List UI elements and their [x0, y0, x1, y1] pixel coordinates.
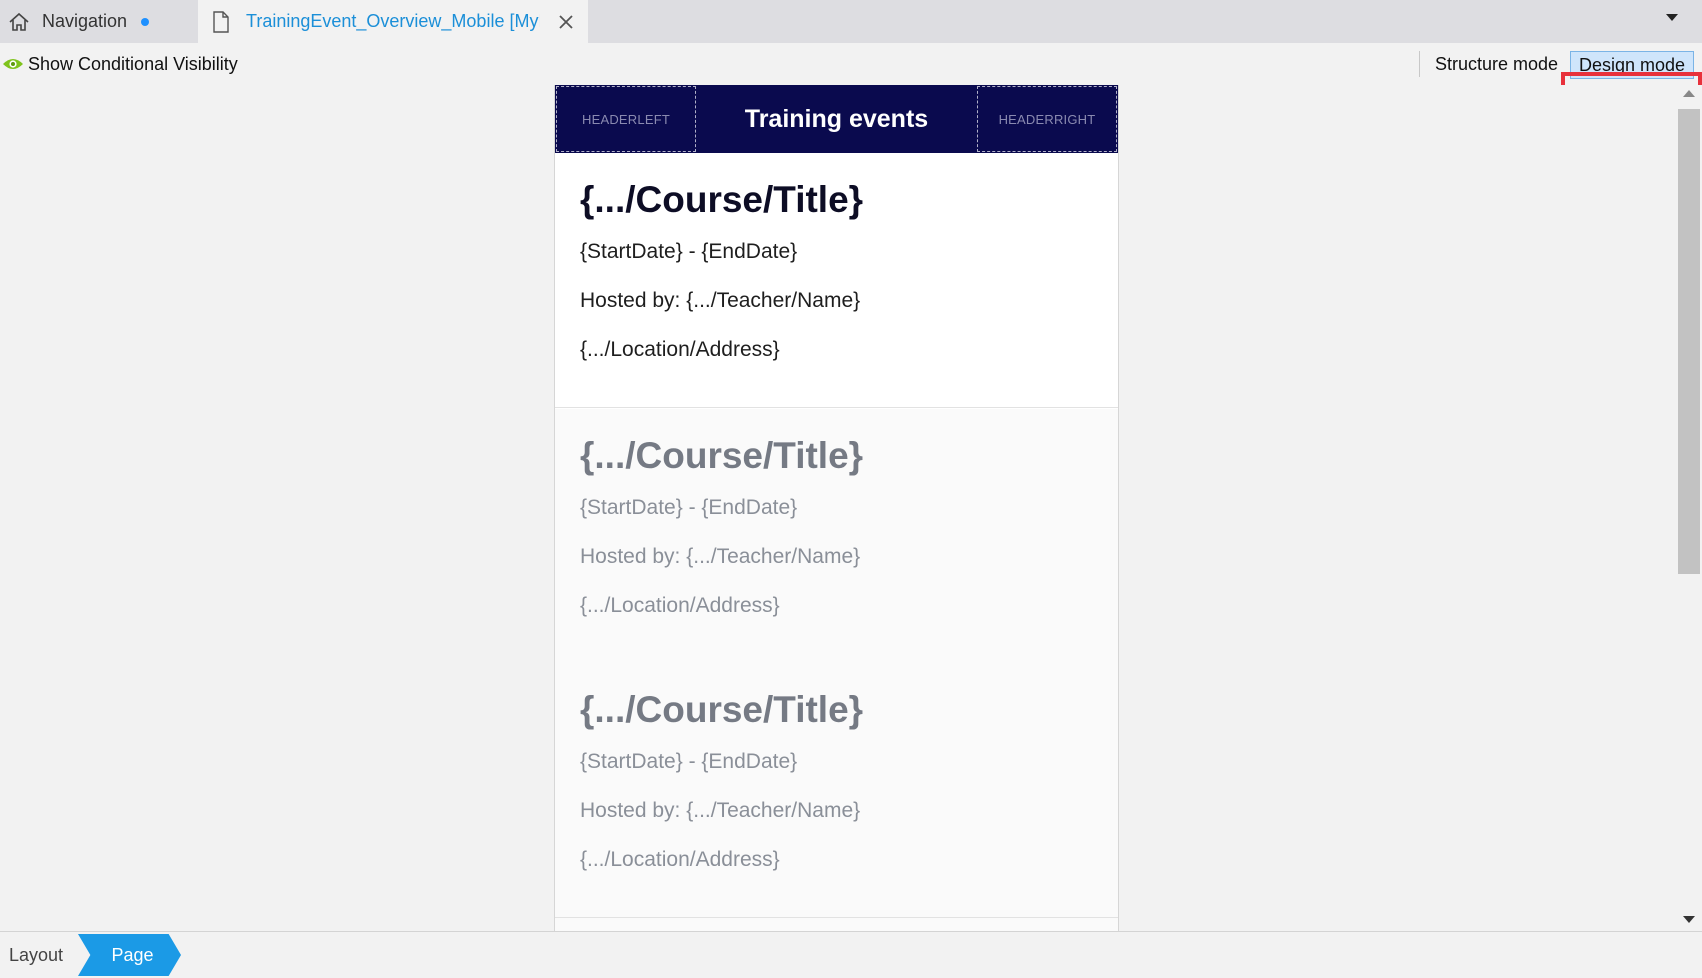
- structure-mode-button[interactable]: Structure mode: [1435, 43, 1558, 85]
- course-title: {.../Course/Title}: [580, 435, 864, 476]
- tab-navigation[interactable]: Navigation: [0, 0, 198, 43]
- header-left-placeholder[interactable]: HEADERLEFT: [556, 86, 696, 152]
- list-item[interactable]: {.../Course/Title} {StartDate} - {EndDat…: [555, 663, 1118, 918]
- scroll-down-arrow-icon[interactable]: [1683, 916, 1695, 923]
- home-icon: [9, 12, 29, 31]
- mobile-page-preview[interactable]: HEADERLEFT Training events HEADERRIGHT {…: [554, 85, 1119, 931]
- page-editor-toolbar: Show Conditional Visibility Structure mo…: [0, 43, 1702, 140]
- scroll-up-arrow-icon[interactable]: [1683, 90, 1695, 97]
- page-header[interactable]: HEADERLEFT Training events HEADERRIGHT: [555, 85, 1118, 153]
- event-location: {.../Location/Address}: [580, 594, 780, 617]
- show-conditional-visibility-label: Show Conditional Visibility: [28, 53, 238, 74]
- unsaved-indicator-icon: [141, 17, 150, 26]
- editor-tab-bar: Navigation TrainingEvent_Overview_Mobile…: [0, 0, 1702, 43]
- list-item[interactable]: {.../Course/Title} {StartDate} - {EndDat…: [555, 153, 1118, 408]
- breadcrumb-item-layout[interactable]: Layout: [9, 932, 63, 978]
- show-conditional-visibility-button[interactable]: Show Conditional Visibility: [2, 43, 238, 85]
- event-dates: {StartDate} - {EndDate}: [580, 750, 798, 773]
- event-location: {.../Location/Address}: [580, 338, 780, 361]
- event-host: Hosted by: {.../Teacher/Name}: [580, 289, 861, 312]
- event-host: Hosted by: {.../Teacher/Name}: [580, 799, 861, 822]
- list-item-partial[interactable]: [555, 918, 1118, 931]
- header-right-placeholder[interactable]: HEADERRIGHT: [977, 86, 1117, 152]
- event-location: {.../Location/Address}: [580, 848, 780, 871]
- tab-active-label: TrainingEvent_Overview_Mobile [MyF: [246, 11, 540, 31]
- document-icon: [213, 10, 229, 33]
- toolbar-divider: [1419, 51, 1420, 77]
- list-item[interactable]: {.../Course/Title} {StartDate} - {EndDat…: [555, 409, 1118, 664]
- page-title[interactable]: Training events: [697, 85, 976, 153]
- breadcrumb-item-page[interactable]: Page: [78, 934, 181, 976]
- canvas-vertical-scrollbar[interactable]: [1676, 85, 1702, 931]
- course-title: {.../Course/Title}: [580, 179, 864, 220]
- scroll-thumb[interactable]: [1678, 109, 1700, 574]
- breadcrumb: Layout Page: [0, 931, 1702, 978]
- event-host: Hosted by: {.../Teacher/Name}: [580, 545, 861, 568]
- tab-overflow-chevron-down-icon[interactable]: [1666, 14, 1678, 21]
- eye-icon: [3, 59, 23, 69]
- tab-navigation-label: Navigation: [42, 11, 128, 31]
- close-icon[interactable]: [558, 14, 574, 30]
- event-dates: {StartDate} - {EndDate}: [580, 240, 798, 263]
- design-canvas: HEADERLEFT Training events HEADERRIGHT {…: [0, 85, 1676, 931]
- event-dates: {StartDate} - {EndDate}: [580, 496, 798, 519]
- tab-trainingevent-overview-mobile[interactable]: TrainingEvent_Overview_Mobile [MyF: [198, 0, 588, 43]
- course-title: {.../Course/Title}: [580, 689, 864, 730]
